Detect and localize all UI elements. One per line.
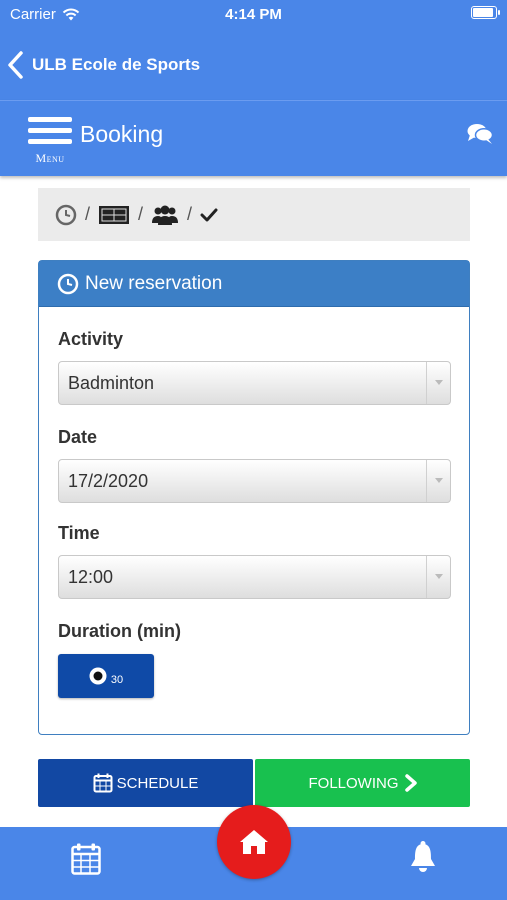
chevron-left-icon bbox=[8, 51, 23, 79]
chat-button[interactable] bbox=[467, 123, 494, 150]
court-icon[interactable] bbox=[98, 204, 130, 226]
menu-bar-icon bbox=[28, 139, 72, 144]
back-button[interactable]: ULB Ecole de Sports bbox=[6, 50, 200, 80]
new-reservation-panel: New reservation Activity Badminton Date … bbox=[38, 260, 470, 735]
clock-icon bbox=[57, 273, 79, 294]
bell-icon bbox=[411, 841, 435, 872]
time-select[interactable]: 12:00 bbox=[58, 555, 451, 599]
dropdown-arrow-icon bbox=[426, 362, 450, 404]
duration-option-button[interactable]: 30 bbox=[58, 654, 154, 698]
battery-level bbox=[473, 8, 493, 17]
tab-calendar[interactable] bbox=[71, 843, 101, 880]
radio-selected-icon bbox=[89, 667, 107, 685]
clock-icon[interactable] bbox=[55, 204, 77, 226]
date-value: 17/2/2020 bbox=[68, 470, 149, 491]
breadcrumb: / / / bbox=[38, 188, 470, 241]
duration-value: 30 bbox=[110, 674, 124, 686]
activity-value: Badminton bbox=[68, 372, 155, 393]
tab-notifications[interactable] bbox=[408, 841, 438, 878]
time-value: 12:00 bbox=[68, 566, 114, 587]
breadcrumb-separator: / bbox=[138, 204, 144, 224]
chat-icon bbox=[467, 124, 494, 144]
menu-label: Menu bbox=[35, 151, 65, 165]
menu-bar-icon bbox=[28, 117, 72, 122]
page-title: Booking bbox=[80, 121, 164, 147]
calendar-icon bbox=[71, 843, 101, 875]
home-icon bbox=[240, 830, 268, 854]
battery-icon bbox=[471, 6, 500, 19]
date-label: Date bbox=[58, 427, 98, 447]
schedule-label: SCHEDULE bbox=[116, 774, 199, 792]
menu-bar-icon bbox=[28, 128, 72, 133]
back-label: ULB Ecole de Sports bbox=[32, 55, 201, 74]
schedule-button[interactable]: SCHEDULE bbox=[38, 759, 253, 807]
time-label: Time bbox=[58, 523, 100, 543]
activity-label: Activity bbox=[58, 329, 124, 349]
dropdown-arrow-icon bbox=[426, 556, 450, 598]
home-button[interactable] bbox=[217, 805, 291, 879]
status-bar: Carrier 4:14 PM bbox=[0, 0, 507, 28]
menu-button[interactable]: Menu bbox=[28, 117, 72, 167]
duration-label: Duration (min) bbox=[58, 621, 181, 641]
check-icon[interactable] bbox=[200, 207, 218, 223]
date-select[interactable]: 17/2/2020 bbox=[58, 459, 451, 503]
clock-time: 4:14 PM bbox=[225, 6, 282, 23]
breadcrumb-separator: / bbox=[85, 204, 91, 224]
breadcrumb-separator: / bbox=[187, 204, 193, 224]
dropdown-arrow-icon bbox=[426, 460, 450, 502]
app-header: Menu Booking bbox=[0, 100, 507, 176]
group-icon[interactable] bbox=[151, 204, 179, 226]
activity-select[interactable]: Badminton bbox=[58, 361, 451, 405]
calendar-icon bbox=[93, 773, 113, 793]
panel-title: New reservation bbox=[85, 272, 223, 294]
following-label: FOLLOWING bbox=[308, 774, 399, 792]
panel-header: New reservation bbox=[39, 261, 469, 307]
chevron-right-icon bbox=[404, 774, 417, 792]
nav-bar: ULB Ecole de Sports bbox=[0, 28, 507, 100]
following-button[interactable]: FOLLOWING bbox=[255, 759, 470, 807]
